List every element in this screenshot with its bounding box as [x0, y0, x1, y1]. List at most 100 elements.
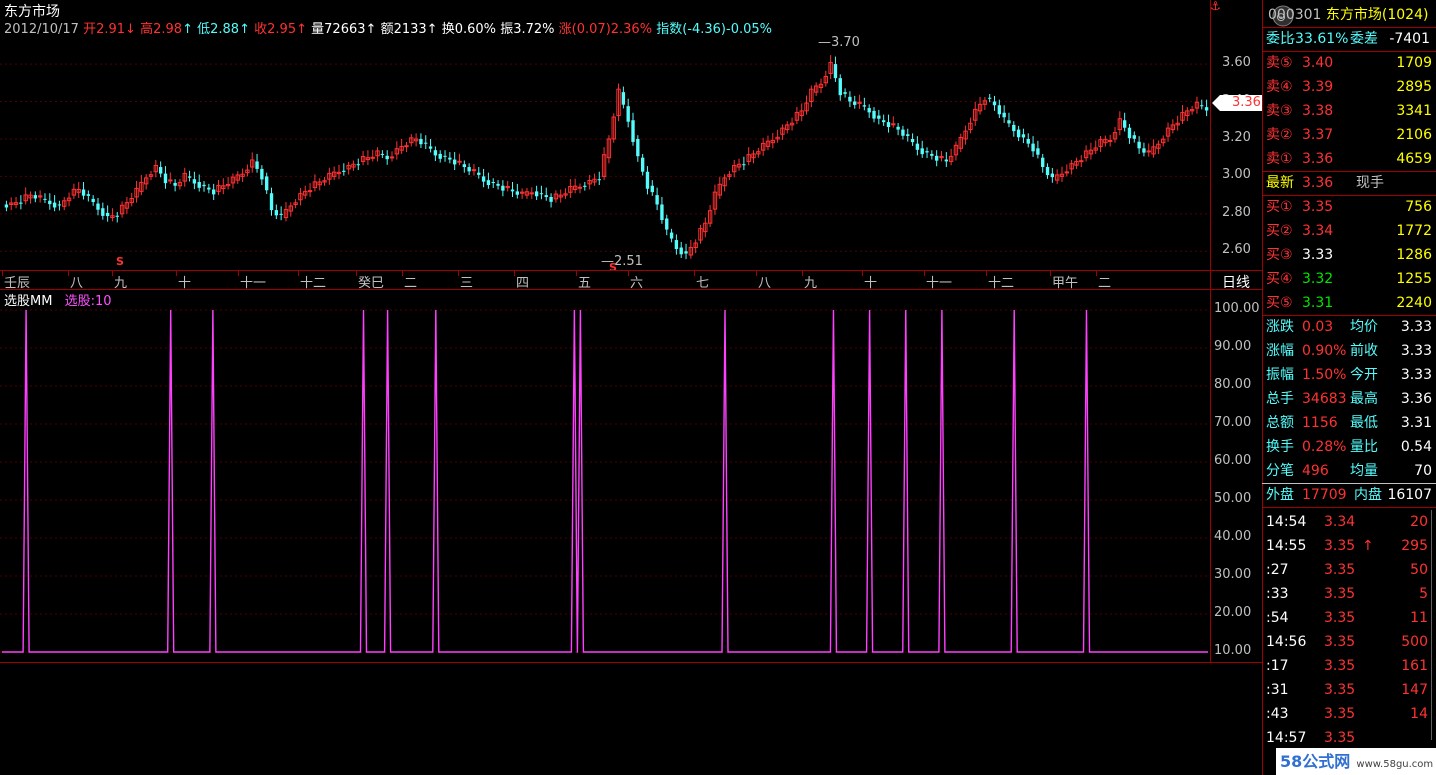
sell-row[interactable]: 卖④ 3.39 2895	[1262, 75, 1436, 99]
candle	[48, 193, 52, 210]
candle	[1127, 123, 1132, 144]
candle	[486, 172, 491, 189]
sell-row[interactable]: 卖③ 3.38 3341	[1262, 99, 1436, 123]
indicator-chart[interactable]	[0, 300, 1262, 660]
bar-date: 2012/10/17	[4, 22, 79, 37]
amplitude-label: 振	[500, 22, 514, 37]
main-chart-area[interactable]: 东方市场 2012/10/17 开2.91↓ 高2.98↑ 低2.88↑ 收2.…	[0, 0, 1262, 775]
buy-row[interactable]: 买④ 3.32 1255	[1262, 267, 1436, 291]
tick-time: :54	[1266, 610, 1289, 626]
sell-volume: 2895	[1396, 79, 1432, 95]
stat-label: 前收	[1350, 343, 1378, 359]
up-arrow-icon: ↑	[426, 22, 438, 37]
candle	[1041, 153, 1045, 173]
price-tick-label: 3.20	[1222, 129, 1251, 145]
candle	[611, 113, 616, 143]
order-ratio-row: 委比 -33.61% 委差 -7401	[1262, 27, 1436, 51]
buy-row[interactable]: 买③ 3.33 1286	[1262, 243, 1436, 267]
sell-price: 3.36	[1302, 151, 1334, 167]
candle	[1007, 112, 1011, 128]
tick-time: :31	[1266, 682, 1289, 698]
candle	[524, 188, 530, 199]
candle	[650, 180, 654, 196]
buy-volume: 1772	[1396, 223, 1432, 239]
candle	[1059, 166, 1065, 183]
watermark: 58公式网 www.58gu.com	[1276, 748, 1436, 775]
candle	[853, 95, 857, 109]
candlestick-chart[interactable]	[0, 36, 1262, 270]
candle	[380, 150, 385, 159]
sell-row[interactable]: 卖② 3.37 2106	[1262, 123, 1436, 147]
ohlc-summary: 2012/10/17 开2.91↓ 高2.98↑ 低2.88↑ 收2.95↑ 量…	[4, 18, 772, 37]
stat-value: 70	[1414, 463, 1432, 479]
candle	[669, 228, 674, 243]
stat-value: 34683	[1302, 391, 1347, 407]
stat-value: 1156	[1302, 415, 1338, 431]
candle	[1204, 99, 1209, 117]
candle	[86, 190, 91, 202]
sell-level-label: 卖④	[1266, 79, 1293, 95]
candle	[645, 166, 650, 195]
buy-volume: 1286	[1396, 247, 1432, 263]
tick-price: 3.35	[1324, 586, 1356, 602]
sell-row[interactable]: 卖① 3.36 4659	[1262, 147, 1436, 171]
candle	[1185, 107, 1190, 122]
indicator-tick-label: 100.00	[1214, 301, 1260, 316]
sell-volume: 2106	[1396, 127, 1432, 143]
quote-panel: ⊙ 000301 东方市场(1024) 委比 -33.61% 委差 -7401 …	[1262, 0, 1436, 775]
buy-row[interactable]: 买① 3.35 756	[1262, 195, 1436, 219]
candle	[568, 179, 573, 198]
candle	[968, 117, 973, 134]
tick-price: 3.35	[1324, 682, 1356, 698]
candle	[727, 170, 732, 181]
candle	[307, 183, 313, 197]
stat-value: 3.33	[1400, 319, 1432, 335]
buy-row[interactable]: 买⑤ 3.31 2240	[1262, 291, 1436, 315]
candle	[413, 133, 419, 147]
candle	[785, 121, 790, 134]
sell-volume: 1709	[1396, 55, 1432, 71]
up-arrow-icon: ↑	[239, 22, 250, 37]
amount-label: 额	[380, 22, 394, 37]
sell-volume: 3341	[1396, 103, 1432, 119]
stat-label: 今开	[1350, 367, 1378, 383]
buy-level-label: 买③	[1266, 247, 1293, 263]
stat-label: 振幅	[1266, 367, 1294, 383]
candle	[679, 241, 683, 259]
tick-price: 3.35	[1324, 634, 1356, 650]
candle	[896, 123, 900, 136]
current-price-marker: 3.36	[1212, 95, 1262, 111]
top-right-icon[interactable]: ⚓	[1210, 0, 1224, 12]
candle	[399, 138, 404, 154]
candle	[110, 208, 115, 222]
candle	[279, 206, 283, 221]
stat-row: 涨跌 0.03 均价 3.33	[1262, 315, 1436, 339]
wb-value: -33.61%	[1290, 31, 1349, 47]
candle	[43, 193, 47, 203]
candle	[1103, 135, 1108, 147]
candle	[452, 152, 457, 171]
candle	[886, 114, 891, 133]
stat-row: 总额 1156 最低 3.31	[1262, 411, 1436, 435]
candle	[462, 160, 466, 173]
candle	[1012, 121, 1016, 137]
candle	[71, 183, 77, 199]
tick-row: :17 3.35 161	[1262, 654, 1436, 678]
indicator-tick-label: 10.00	[1214, 643, 1252, 658]
down-arrow-icon: ↓	[125, 22, 136, 37]
inner-label: 内盘	[1354, 487, 1382, 503]
stat-value: 3.33	[1400, 343, 1432, 359]
sell-volume: 4659	[1396, 151, 1432, 167]
tick-volume: 500	[1401, 634, 1428, 650]
sell-row[interactable]: 卖⑤ 3.40 1709	[1262, 51, 1436, 75]
candle	[843, 88, 847, 98]
candle	[906, 128, 910, 142]
candle	[1079, 155, 1084, 168]
buy-row[interactable]: 买② 3.34 1772	[1262, 219, 1436, 243]
candle	[712, 184, 718, 215]
indicator-tick-label: 30.00	[1214, 567, 1252, 582]
candle	[636, 135, 640, 162]
candle	[76, 182, 81, 198]
candle	[288, 202, 293, 217]
candle	[409, 134, 414, 147]
